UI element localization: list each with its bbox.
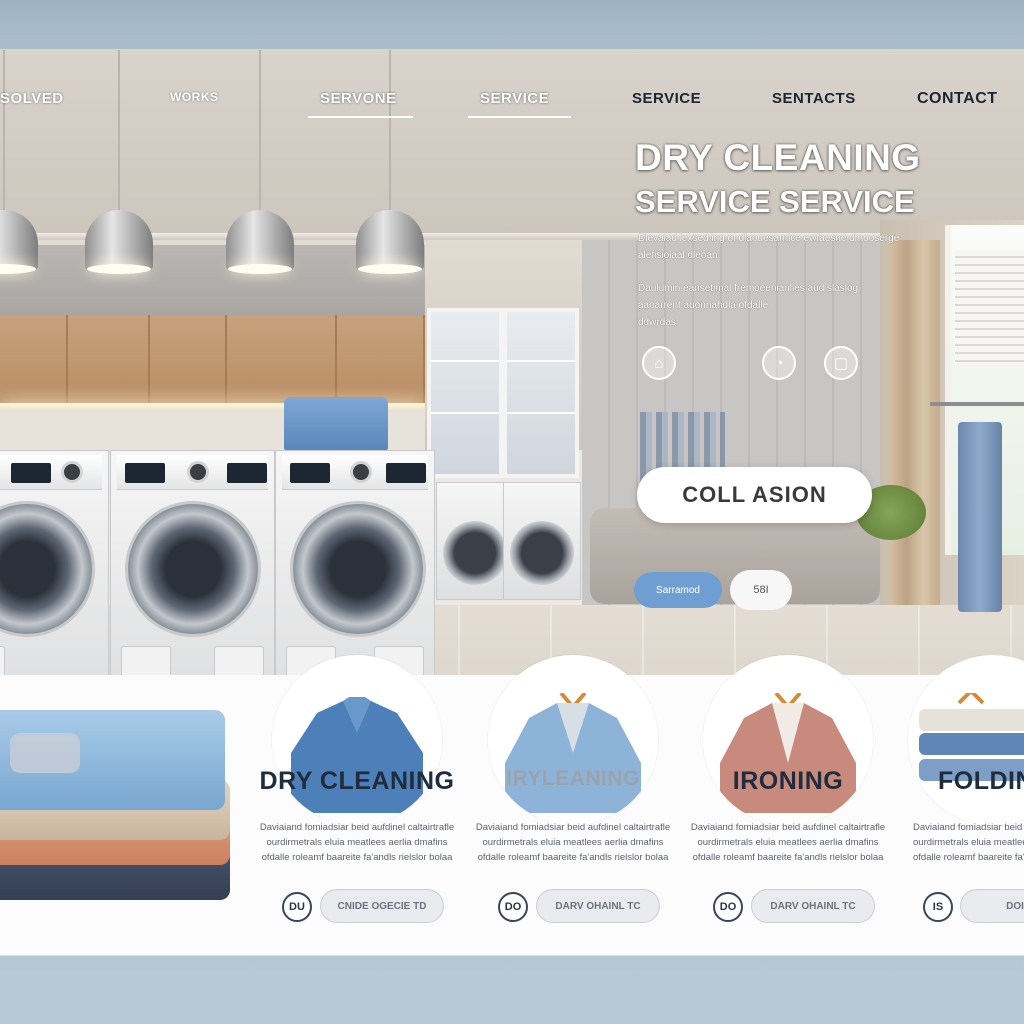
cloth-tag (10, 733, 80, 773)
washer-door (443, 521, 507, 585)
service-icon-button[interactable]: DO (498, 892, 528, 922)
chat-icon[interactable]: ▢ (824, 346, 858, 380)
washer-display (290, 463, 330, 483)
service-icon-button[interactable]: DU (282, 892, 312, 922)
nav-underline (308, 116, 413, 118)
washer-display (125, 463, 165, 483)
service-image (272, 655, 442, 825)
service-image (703, 655, 873, 825)
cabinet-door (0, 315, 68, 405)
washer-door (0, 501, 95, 637)
washer-control-panel (117, 455, 268, 490)
washer-door (125, 501, 261, 637)
hanging-pants (958, 422, 1002, 612)
service-image (908, 655, 1024, 825)
cta-button[interactable]: COLL ASION (637, 467, 872, 523)
washer-control-panel (282, 455, 428, 490)
folded-towels-image (0, 705, 240, 945)
service-action-button[interactable]: DOINE (960, 889, 1024, 923)
nav-item-works[interactable]: WORKS (170, 90, 219, 104)
washer-control-panel (0, 455, 102, 490)
washer-knob (350, 461, 372, 483)
cabinet-door (227, 315, 337, 405)
lamp-shade (0, 210, 38, 270)
washer-knob (187, 461, 209, 483)
nav-underline (468, 116, 571, 118)
window-blinds (955, 250, 1024, 365)
service-card-folding[interactable]: FOLDING Daviaiand fomiadsiar beid aufdin… (898, 655, 1024, 945)
nav-item-solved[interactable]: SOLVED (0, 90, 64, 107)
washer-door (290, 501, 426, 637)
washer-display (11, 463, 51, 483)
service-description: Daviaiand fomiadsiar beid aufdinel calta… (475, 822, 671, 863)
rack-bar (930, 402, 1024, 406)
washer-knob (61, 461, 83, 483)
shirt-icon[interactable]: ◔ (762, 346, 796, 380)
glass-cabinet (427, 308, 503, 478)
cabinet-door (68, 315, 150, 405)
cabinet-shelf (507, 412, 575, 414)
nav-item-service-1[interactable]: SERVICE (480, 90, 549, 107)
lamp-glow (228, 264, 292, 274)
washer-small (503, 482, 581, 600)
washer-display (386, 463, 426, 483)
nav-item-sentacts[interactable]: SENTACTS (772, 90, 856, 107)
clothes-rack (930, 402, 1024, 652)
hero-paragraph: ddwrdas (638, 317, 676, 328)
booking-pill-button[interactable]: Sarramod (634, 572, 722, 608)
service-image (488, 655, 658, 825)
washer-door (510, 521, 574, 585)
service-description: Daviaiand fomiadsiar beid aufdinel calta… (690, 822, 886, 863)
service-action-button[interactable]: DARV OHAINL TC (751, 889, 875, 923)
nav-item-service-2[interactable]: SERVICE (632, 90, 701, 107)
service-description: Daviaiand fomiadsiar beid aufdinel calta… (259, 822, 455, 863)
nav-item-contact[interactable]: CONTACT (917, 90, 998, 108)
service-action-button[interactable]: DARV OHAINL TC (536, 889, 660, 923)
service-title: FOLDING (938, 767, 1024, 795)
top-nav: SOLVED WORKS SERVONE SERVICE SERVICE SEN… (0, 50, 1024, 120)
nav-item-servone[interactable]: SERVONE (320, 90, 397, 107)
wood-cabinets (0, 315, 425, 405)
hanger-icon[interactable]: ⌂ (642, 346, 676, 380)
laundry-basket (284, 397, 388, 450)
cabinet-shelf (431, 412, 499, 414)
washer-display (227, 463, 267, 483)
lamp-glow (87, 264, 151, 274)
lamp-shade (356, 210, 424, 270)
hero-paragraph: Dlevaiad lexsed ing ot dlaouesarnice ewf… (638, 233, 900, 261)
jacket-icon (505, 693, 641, 813)
service-action-button[interactable]: CNIDE OGECIE TD (320, 889, 444, 923)
service-icon-button[interactable]: DO (713, 892, 743, 922)
hero-title: DRY CLEANING (635, 137, 921, 178)
glass-cabinet (503, 308, 579, 478)
cabinet-shelf (431, 360, 499, 362)
secondary-pill-button[interactable]: 58I (730, 570, 792, 610)
service-title: IRONING (732, 767, 844, 795)
cabinet-door (337, 315, 425, 405)
hero-paragraph: Daulumin eansetimal fremoeenianlies aud … (638, 283, 859, 311)
lamp-glow (0, 264, 36, 274)
lamp-shade (85, 210, 153, 270)
lamp-glow (358, 264, 422, 274)
hero-subtitle: SERVICE SERVICE (635, 184, 915, 219)
cabinet-shelf (507, 360, 575, 362)
service-description: Daviaiand fomiadsiar beid aufdinel calta… (913, 822, 1024, 863)
lamp-shade (226, 210, 294, 270)
service-icon-button[interactable]: IS (923, 892, 953, 922)
service-title: DRY CLEANING (259, 767, 455, 795)
service-title: IRYLEANING (506, 767, 640, 790)
cabinet-door (150, 315, 227, 405)
